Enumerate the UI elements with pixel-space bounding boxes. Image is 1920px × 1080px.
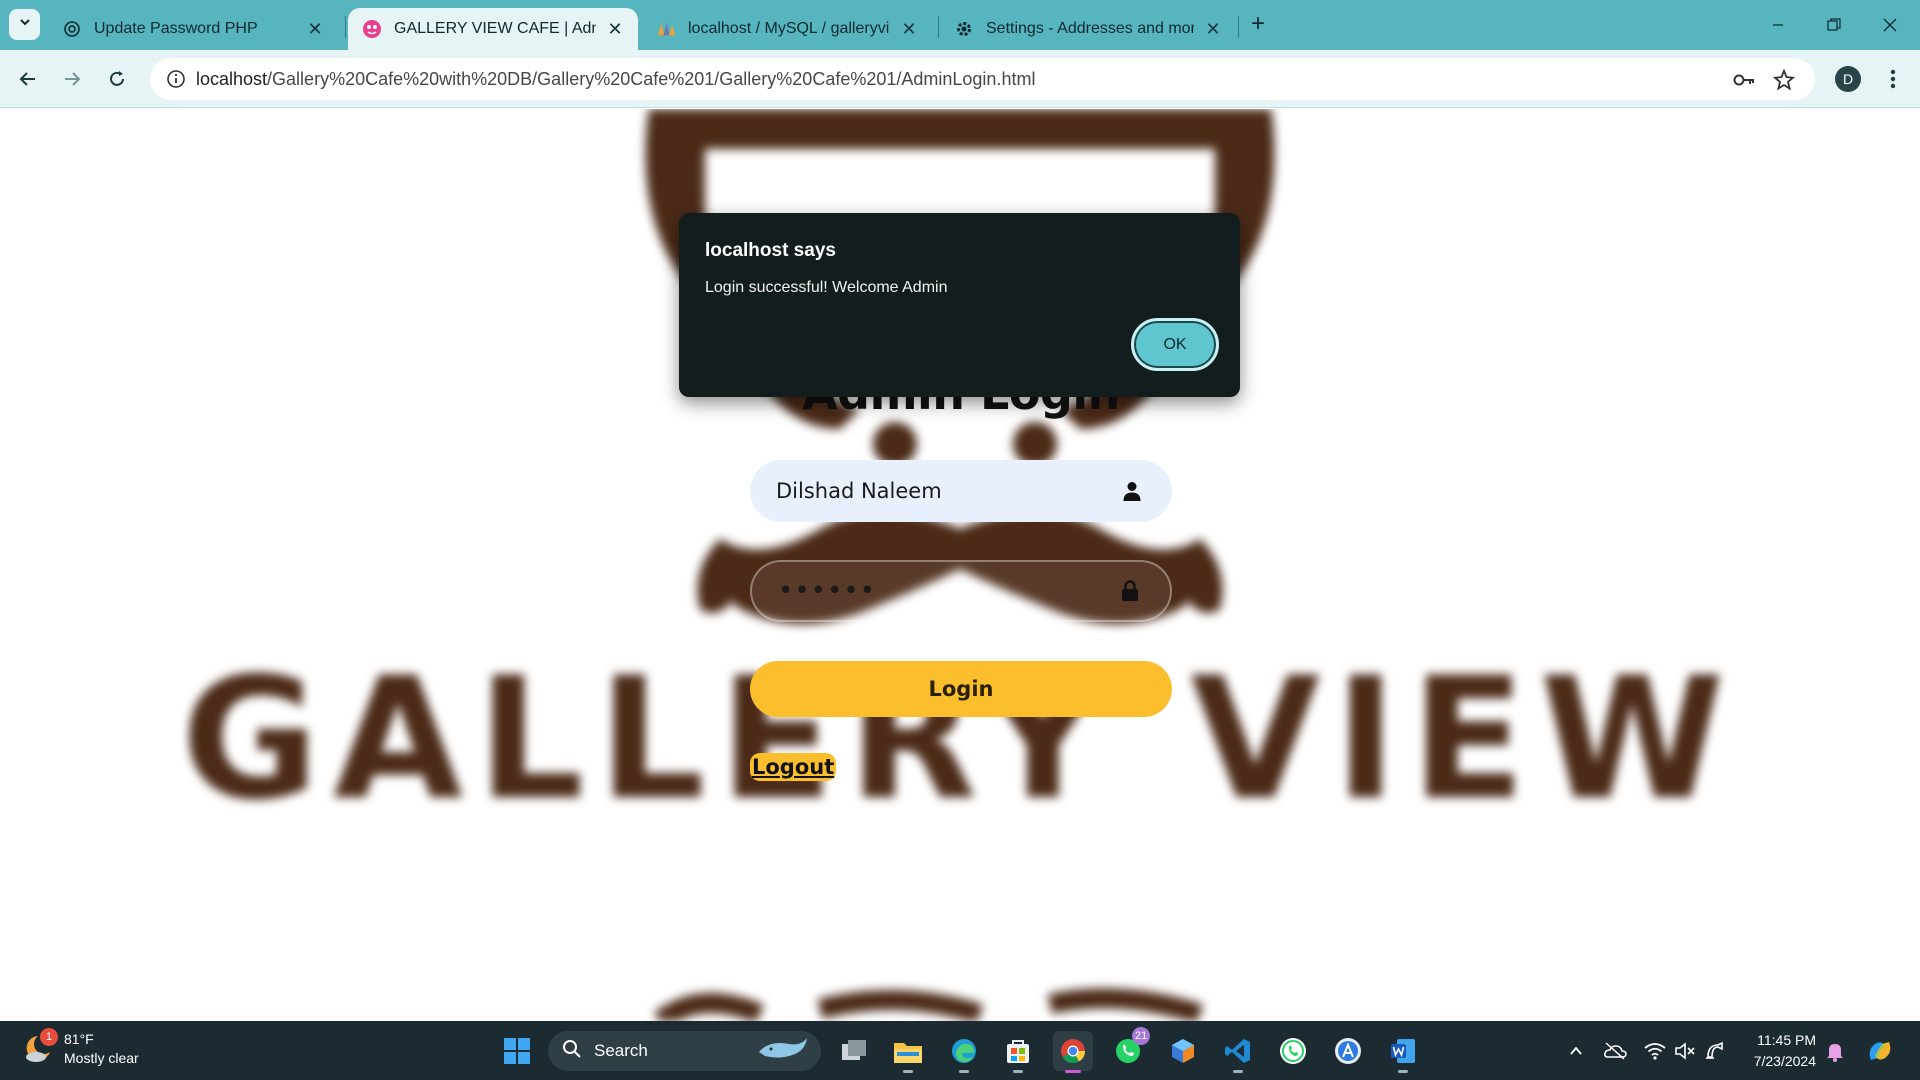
tab-phpmyadmin[interactable]: localhost / MySQL / galleryview ✕ — [642, 8, 932, 50]
user-icon — [1120, 479, 1144, 503]
tab-title: GALLERY VIEW CAFE | AdminLogin — [394, 20, 596, 37]
copilot-icon[interactable] — [1860, 1031, 1900, 1071]
weather-text: 81°F Mostly clear — [64, 1030, 139, 1068]
tab-title: Update Password PHP — [94, 20, 258, 37]
browser-toolbar: localhost/Gallery%20Cafe%20with%20DB/Gal… — [0, 50, 1920, 108]
close-icon[interactable]: ✕ — [1202, 18, 1224, 40]
lock-icon — [1118, 579, 1142, 603]
star-icon[interactable] — [1771, 67, 1797, 93]
logo-bottom-fragment — [653, 988, 1203, 1021]
tab-strip: Update Password PHP ✕ GALLERY VIEW CAFE … — [0, 0, 1920, 50]
key-icon[interactable] — [1731, 67, 1757, 93]
running-indicator — [1013, 1070, 1023, 1073]
search-icon — [562, 1039, 582, 1064]
reload-button[interactable] — [101, 63, 133, 95]
site-logo-icon — [362, 19, 382, 39]
tab-separator — [938, 16, 939, 38]
app-store-icon[interactable] — [1328, 1031, 1368, 1071]
taskbar: 1 81°F Mostly clear Search 21 11:45 PM 7… — [0, 1021, 1920, 1080]
clock-time: 11:45 PM — [1757, 1032, 1816, 1048]
running-indicator — [959, 1070, 969, 1073]
tab-search-button[interactable] — [9, 9, 40, 40]
active-indicator — [1065, 1070, 1081, 1073]
moon-cloud-icon: 1 — [22, 1028, 58, 1066]
tab-settings[interactable]: Settings - Addresses and more ✕ — [940, 8, 1236, 50]
microsoft-store-icon[interactable] — [998, 1031, 1038, 1073]
onedrive-offline-icon[interactable] — [1595, 1031, 1635, 1071]
username-field[interactable] — [750, 460, 1172, 522]
close-icon[interactable]: ✕ — [604, 18, 626, 40]
dialog-message: Login successful! Welcome Admin — [705, 279, 948, 296]
chrome-icon[interactable] — [1053, 1031, 1093, 1073]
weather-temp: 81°F — [64, 1031, 94, 1047]
whatsapp-badge: 21 — [1132, 1027, 1151, 1045]
word-icon[interactable] — [1383, 1031, 1423, 1073]
forward-button[interactable] — [56, 63, 88, 95]
notification-bell-icon[interactable] — [1815, 1031, 1855, 1071]
more-menu-icon[interactable] — [1880, 64, 1906, 94]
whale-icon — [755, 1034, 811, 1069]
weather-desc: Mostly clear — [64, 1050, 139, 1066]
alert-dialog: localhost says Login successful! Welcome… — [679, 213, 1240, 397]
tab-separator — [1238, 16, 1239, 38]
tab-title: localhost / MySQL / galleryview — [688, 20, 890, 37]
close-window-button[interactable] — [1862, 0, 1918, 50]
vscode-icon[interactable] — [1218, 1031, 1258, 1073]
running-indicator — [1398, 1070, 1408, 1073]
minimize-button[interactable] — [1750, 0, 1806, 50]
phpmyadmin-icon — [656, 19, 676, 39]
tab-admin-login[interactable]: GALLERY VIEW CAFE | AdminLogin ✕ — [348, 8, 638, 50]
tab-separator — [345, 16, 346, 38]
whatsapp-business-icon[interactable]: 21 — [1108, 1027, 1151, 1071]
password-field[interactable] — [750, 560, 1172, 622]
logout-link[interactable]: Logout — [750, 753, 837, 781]
running-indicator — [903, 1070, 913, 1073]
close-icon[interactable]: ✕ — [304, 18, 326, 40]
chevron-up-icon[interactable] — [1556, 1031, 1596, 1071]
login-button[interactable]: Login — [750, 661, 1172, 717]
edge-icon[interactable] — [944, 1031, 984, 1073]
restore-button[interactable] — [1806, 0, 1862, 50]
password-input[interactable] — [778, 576, 1118, 606]
url-host: localhost — [196, 68, 268, 89]
ok-button[interactable]: OK — [1131, 318, 1219, 371]
weather-widget[interactable]: 1 81°F Mostly clear — [22, 1028, 139, 1068]
tab-title: Settings - Addresses and more — [986, 20, 1194, 37]
back-button[interactable] — [12, 63, 44, 95]
system-clock[interactable]: 11:45 PM 7/23/2024 — [1742, 1030, 1816, 1072]
windows-start-icon[interactable] — [497, 1031, 537, 1071]
close-icon[interactable]: ✕ — [898, 18, 920, 40]
taskbar-search[interactable]: Search — [548, 1031, 821, 1071]
info-icon[interactable] — [156, 58, 196, 100]
dialog-title: localhost says — [705, 240, 836, 261]
running-indicator — [1233, 1070, 1243, 1073]
tab-update-password[interactable]: Update Password PHP ✕ — [48, 8, 338, 50]
clock-date: 7/23/2024 — [1753, 1053, 1816, 1069]
hexagon-app-icon[interactable] — [1163, 1031, 1203, 1071]
weather-badge: 1 — [40, 1028, 58, 1046]
username-input[interactable] — [776, 479, 1120, 503]
search-label: Search — [594, 1041, 648, 1060]
whatsapp-icon[interactable] — [1273, 1031, 1313, 1071]
profile-avatar[interactable]: D — [1835, 66, 1861, 92]
new-tab-button[interactable]: + — [1244, 10, 1272, 38]
openai-icon — [62, 19, 82, 39]
address-bar[interactable]: localhost/Gallery%20Cafe%20with%20DB/Gal… — [150, 58, 1815, 100]
url-path: /Gallery%20Cafe%20with%20DB/Gallery%20Ca… — [267, 68, 1036, 89]
battery-icon[interactable] — [1695, 1031, 1735, 1071]
chevron-down-icon — [18, 15, 32, 34]
task-view-icon[interactable] — [834, 1031, 874, 1071]
web-page: GALLERY VIEW Admin Login Login Logout lo… — [0, 109, 1920, 1021]
file-explorer-icon[interactable] — [888, 1031, 928, 1073]
url-text: localhost/Gallery%20Cafe%20with%20DB/Gal… — [196, 69, 1035, 90]
gear-icon — [954, 19, 974, 39]
